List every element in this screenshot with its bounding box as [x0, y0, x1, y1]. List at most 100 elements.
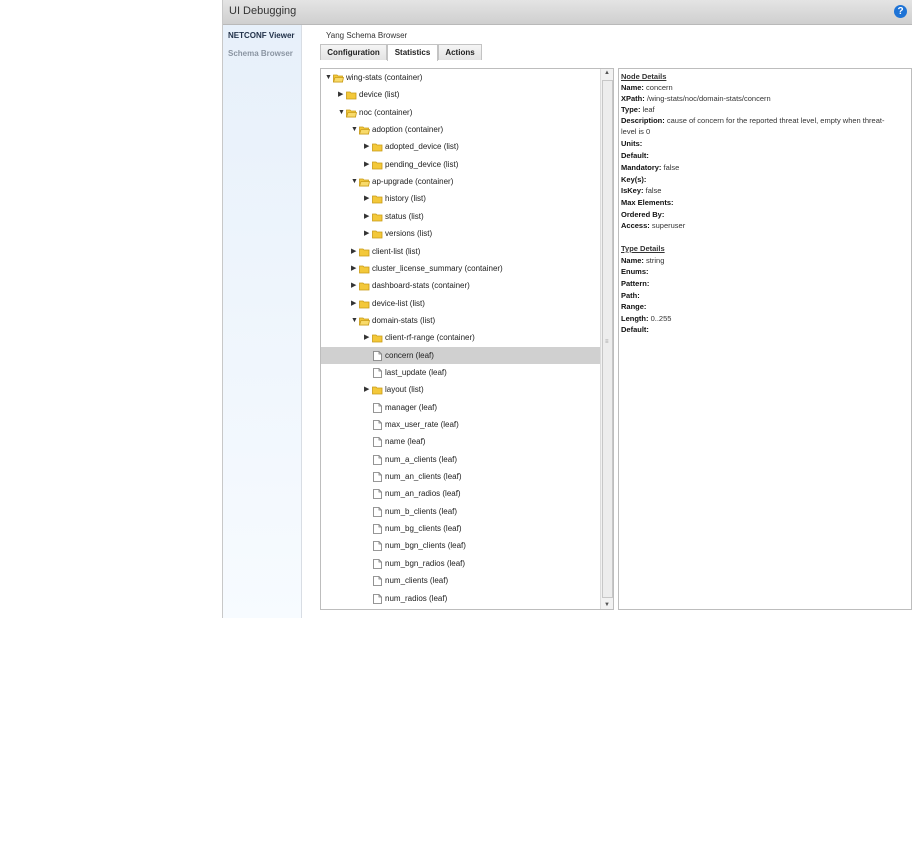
- tree-node[interactable]: num_bg_clients (leaf): [321, 520, 600, 537]
- expanded-arrow-icon[interactable]: ▼: [325, 69, 332, 86]
- window-title: UI Debugging: [229, 5, 297, 17]
- expanded-arrow-icon[interactable]: ▼: [351, 173, 358, 190]
- tree-node[interactable]: ▶ versions (list): [321, 225, 600, 242]
- collapsed-arrow-icon[interactable]: ▶: [351, 260, 356, 277]
- open-folder-icon: [359, 178, 370, 187]
- tree-node-label: versions (list): [385, 229, 433, 239]
- collapsed-arrow-icon[interactable]: ▶: [364, 208, 369, 225]
- side-navigation: NETCONF Viewer Schema Browser: [223, 25, 302, 618]
- tree-node[interactable]: ▶ history (list): [321, 190, 600, 207]
- tree-node-label: device (list): [359, 90, 400, 100]
- tree-node[interactable]: num_b_clients (leaf): [321, 503, 600, 520]
- tree-node-label: concern (leaf): [385, 350, 434, 360]
- leaf-file-icon: [373, 558, 382, 569]
- expanded-arrow-icon[interactable]: ▼: [351, 121, 358, 138]
- tree-node[interactable]: ▶ client-list (list): [321, 243, 600, 260]
- tree-node[interactable]: name (leaf): [321, 433, 600, 450]
- tree-node-label: wing-stats (container): [346, 73, 423, 82]
- tree-node[interactable]: ▼ ap-upgrade (container): [321, 173, 600, 190]
- collapsed-arrow-icon[interactable]: ▶: [351, 277, 356, 294]
- tree-scrollbar[interactable]: ▲ ≡ ▼: [600, 69, 613, 609]
- tree-node-label: num_bgn_clients (leaf): [385, 541, 466, 551]
- detail-type: Type: leaf: [621, 105, 655, 114]
- collapsed-arrow-icon[interactable]: ▶: [351, 243, 356, 260]
- open-folder-icon: [333, 74, 344, 83]
- tree-node-label: pending_device (list): [385, 159, 459, 169]
- scroll-down-icon[interactable]: ▼: [603, 602, 611, 608]
- tree-node[interactable]: ▶ adopted_device (list): [321, 138, 600, 155]
- collapsed-arrow-icon[interactable]: ▶: [364, 329, 369, 346]
- expanded-arrow-icon[interactable]: ▼: [351, 312, 358, 329]
- tree-node[interactable]: num_an_clients (leaf): [321, 468, 600, 485]
- tree-node[interactable]: ▶ device (list): [321, 86, 600, 103]
- tree-node-label: layout (list): [385, 385, 424, 395]
- tree-node[interactable]: ▶ layout (list): [321, 381, 600, 398]
- closed-folder-icon: [359, 300, 370, 308]
- scroll-up-icon[interactable]: ▲: [603, 70, 611, 76]
- tree-node[interactable]: num_bgn_clients (leaf): [321, 537, 600, 554]
- collapsed-arrow-icon[interactable]: ▶: [351, 295, 356, 312]
- tree-node[interactable]: ▶ client-rf-range (container): [321, 329, 600, 346]
- tree-node[interactable]: ▶ status (list): [321, 208, 600, 225]
- tree-node[interactable]: concern (leaf): [321, 346, 600, 364]
- type-path: Path:: [621, 291, 640, 300]
- closed-folder-icon: [372, 161, 383, 170]
- type-enums: Enums:: [621, 267, 649, 276]
- nav-item-netconf-viewer[interactable]: NETCONF Viewer: [228, 31, 295, 40]
- collapsed-arrow-icon[interactable]: ▶: [364, 156, 369, 173]
- collapsed-arrow-icon[interactable]: ▶: [364, 138, 369, 155]
- tree-node-label: cluster_license_summary (container): [372, 263, 503, 273]
- tree-node[interactable]: num_a_clients (leaf): [321, 451, 600, 468]
- tree-node[interactable]: ▼ noc (container): [321, 104, 600, 121]
- tree-node[interactable]: ▶ pending_device (list): [321, 156, 600, 173]
- schema-tree[interactable]: num_radios (leaf) num_clients (leaf) num_b…: [320, 68, 614, 610]
- leaf-file-icon: [373, 454, 382, 465]
- tree-node[interactable]: num_bgn_radios (leaf): [321, 555, 600, 572]
- detail-xpath: XPath: /wing-stats/noc/domain-stats/conc…: [621, 94, 771, 103]
- tree-node[interactable]: manager (leaf): [321, 399, 600, 416]
- tree-node-label: num_clients (leaf): [385, 576, 449, 586]
- tree-node[interactable]: ▼ domain-stats (list): [321, 312, 600, 329]
- tree-node[interactable]: num_clients (leaf): [321, 572, 600, 589]
- tree-node[interactable]: ▶ dashboard-stats (container): [321, 277, 600, 294]
- tree-node[interactable]: last_update (leaf): [321, 364, 600, 381]
- tree-node-label: client-rf-range (container): [385, 333, 475, 343]
- leaf-file-icon: [373, 541, 382, 552]
- detail-default: Default:: [621, 151, 649, 160]
- collapsed-arrow-icon[interactable]: ▶: [364, 225, 369, 242]
- tab-statistics[interactable]: Statistics: [387, 44, 438, 61]
- expanded-arrow-icon[interactable]: ▼: [338, 104, 345, 121]
- tree-node-label: ap-upgrade (container): [372, 177, 454, 187]
- leaf-file-icon: [373, 472, 382, 482]
- tree-node-label: dashboard-stats (container): [372, 281, 470, 291]
- detail-name: Name: concern: [621, 83, 673, 92]
- collapsed-arrow-icon[interactable]: ▶: [364, 190, 369, 207]
- tree-node[interactable]: ▶ cluster_license_summary (container): [321, 260, 600, 277]
- leaf-file-icon: [373, 368, 382, 378]
- tree-node-label: num_an_clients (leaf): [385, 472, 462, 482]
- closed-folder-icon: [359, 248, 370, 256]
- tree-node[interactable]: ▼ wing-stats (container): [321, 69, 600, 86]
- type-default: Default:: [621, 325, 649, 334]
- collapsed-arrow-icon[interactable]: ▶: [364, 381, 369, 398]
- tree-node-label: num_a_clients (leaf): [385, 454, 458, 464]
- leaf-file-icon: [373, 506, 382, 517]
- tab-configuration[interactable]: Configuration: [320, 44, 387, 60]
- closed-folder-icon: [372, 196, 383, 204]
- type-name: Name: string: [621, 256, 665, 265]
- open-folder-icon: [346, 109, 357, 118]
- tab-actions[interactable]: Actions: [438, 44, 482, 60]
- tree-node[interactable]: num_radios (leaf): [321, 590, 600, 607]
- tree-node[interactable]: max_user_rate (leaf): [321, 416, 600, 433]
- nav-item-schema-browser[interactable]: Schema Browser: [228, 49, 293, 58]
- collapsed-arrow-icon[interactable]: ▶: [338, 86, 343, 103]
- help-icon[interactable]: ?: [894, 5, 907, 18]
- tree-node[interactable]: num_an_radios (leaf): [321, 485, 600, 502]
- tree-node-label: name (leaf): [385, 437, 426, 447]
- tree-node-label: domain-stats (list): [372, 315, 436, 325]
- tree-node[interactable]: ▶ device-list (list): [321, 295, 600, 312]
- tree-node-label: num_b_clients (leaf): [385, 506, 458, 516]
- tree-node[interactable]: ▼ adoption (container): [321, 121, 600, 138]
- detail-mandatory: Mandatory: false: [621, 163, 680, 172]
- detail-description: Description: cause of concern for the re…: [621, 116, 885, 125]
